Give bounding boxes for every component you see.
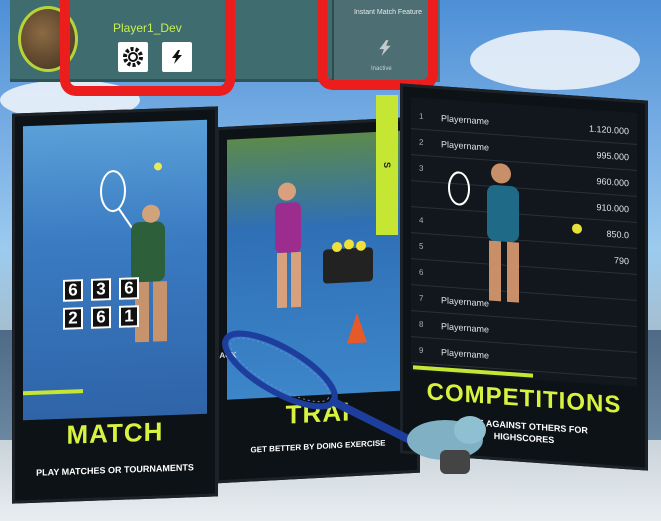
racket-controller	[222, 330, 486, 474]
